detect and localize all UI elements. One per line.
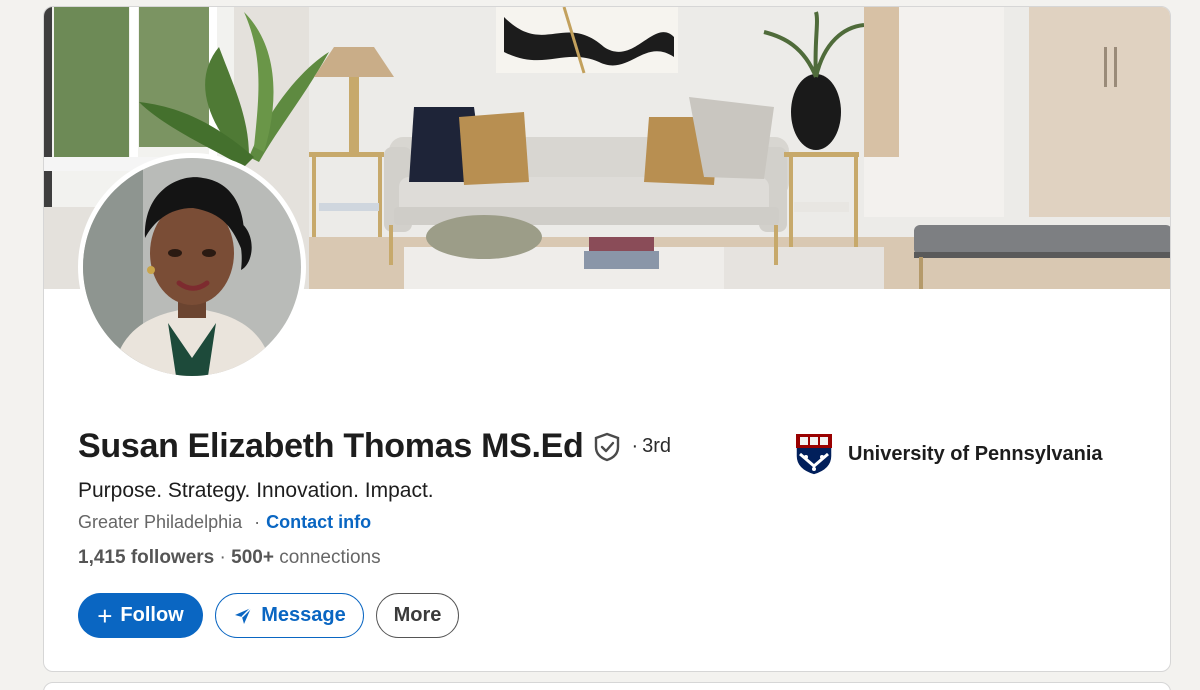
followers-label[interactable]: followers bbox=[131, 547, 214, 568]
profile-name: Susan Elizabeth Thomas MS.Ed bbox=[78, 427, 584, 465]
more-label: More bbox=[393, 604, 442, 626]
profile-photo[interactable] bbox=[78, 153, 306, 381]
location-separator: · bbox=[254, 512, 261, 532]
plus-icon: + bbox=[97, 600, 113, 631]
shield-check-icon[interactable] bbox=[593, 432, 621, 462]
connection-degree: · 3rd bbox=[631, 435, 671, 458]
name-row: Susan Elizabeth Thomas MS.Ed · 3rd bbox=[78, 427, 671, 466]
follow-label: Follow bbox=[120, 604, 184, 626]
contact-info-link[interactable]: Contact info bbox=[266, 512, 371, 533]
next-section-card bbox=[43, 682, 1171, 690]
message-button[interactable]: Message bbox=[215, 593, 364, 638]
profile-location: Greater Philadelphia bbox=[78, 512, 243, 532]
penn-shield-icon bbox=[794, 432, 834, 477]
follow-button[interactable]: + Follow bbox=[78, 593, 203, 638]
profile-card: Susan Elizabeth Thomas MS.Ed · 3rd Purpos… bbox=[43, 6, 1171, 672]
school-name: University of Pennsylvania bbox=[848, 443, 1103, 465]
message-label: Message bbox=[261, 604, 346, 626]
profile-headline: Purpose. Strategy. Innovation. Impact. bbox=[78, 479, 434, 502]
degree-separator: · bbox=[631, 435, 639, 457]
stats-separator: · bbox=[219, 547, 226, 568]
location-row: Greater Philadelphia · Contact info bbox=[78, 512, 371, 533]
profile-actions: + Follow Message More bbox=[78, 593, 459, 638]
connections-count[interactable]: 500+ bbox=[231, 547, 274, 568]
followers-count[interactable]: 1,415 bbox=[78, 547, 126, 568]
paper-plane-icon bbox=[235, 606, 252, 624]
degree-value: 3rd bbox=[642, 435, 672, 457]
more-button[interactable]: More bbox=[376, 593, 459, 638]
connections-label[interactable]: connections bbox=[279, 547, 380, 568]
education-link[interactable]: University of Pennsylvania bbox=[794, 432, 1103, 477]
avatar bbox=[83, 158, 301, 376]
stats-row: 1,415 followers · 500+ connections bbox=[78, 547, 381, 569]
